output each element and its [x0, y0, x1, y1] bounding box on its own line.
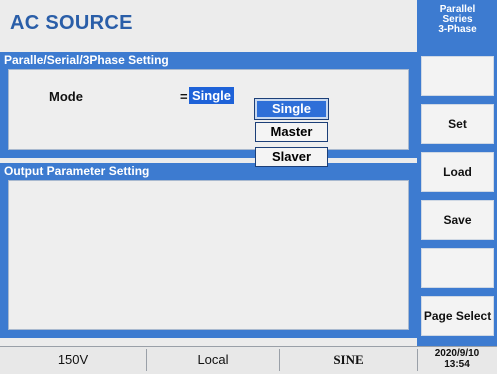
- status-control-mode: Local: [197, 352, 229, 367]
- softkey-blank-1[interactable]: [421, 56, 494, 96]
- softkey-blank-2[interactable]: [421, 248, 494, 288]
- load-button[interactable]: Load: [421, 152, 494, 192]
- dropdown-option-single[interactable]: Single: [254, 98, 329, 120]
- output-parameter-panel: [0, 180, 417, 338]
- app-title: AC SOURCE: [10, 12, 133, 34]
- output-section-header: Output Parameter Setting: [0, 163, 417, 180]
- dropdown-option-slaver[interactable]: Slaver: [255, 147, 328, 167]
- status-date: 2020/9/10: [434, 348, 480, 359]
- sidebar-header: Parallel Series 3-Phase: [421, 5, 494, 35]
- mode-label: Mode: [49, 89, 83, 104]
- status-voltage: 150V: [57, 352, 89, 367]
- parallel-setting-panel-body: [8, 69, 409, 150]
- status-waveform: SINE: [333, 352, 364, 367]
- parallel-section-header: Paralle/Serial/3Phase Setting: [0, 52, 417, 69]
- status-datetime: 2020/9/10 13:54: [417, 348, 497, 370]
- dropdown-option-master[interactable]: Master: [255, 122, 328, 142]
- status-time: 13:54: [444, 359, 470, 370]
- output-parameter-panel-body: [8, 180, 409, 330]
- sidebar-header-line-3: 3-Phase: [438, 24, 477, 35]
- set-button[interactable]: Set: [421, 104, 494, 144]
- mode-value-field[interactable]: Single: [189, 87, 235, 104]
- page-select-button[interactable]: Page Select: [421, 296, 494, 336]
- save-button[interactable]: Save: [421, 200, 494, 240]
- parallel-setting-panel: [0, 69, 417, 158]
- mode-equals: =: [180, 89, 188, 104]
